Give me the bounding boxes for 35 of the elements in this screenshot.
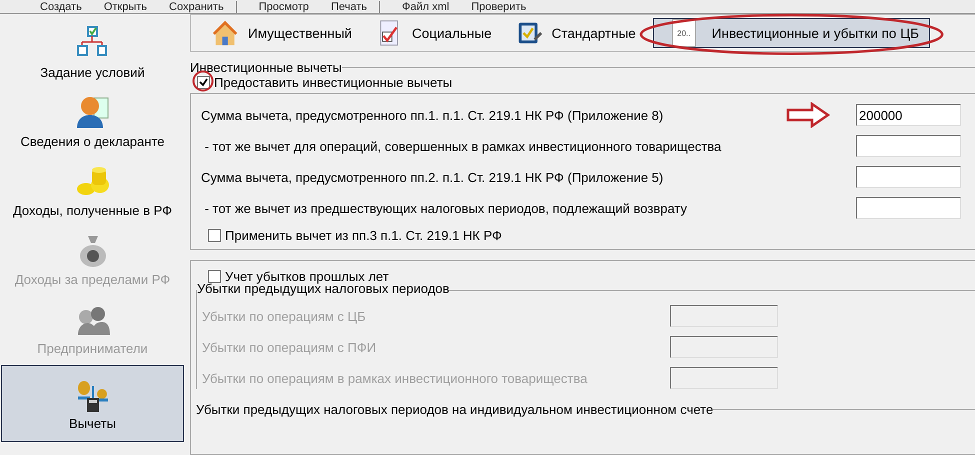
toolbar-button[interactable]: Файл xml: [402, 0, 450, 12]
field-label: Убытки по операциям с ЦБ: [202, 308, 366, 324]
tab[interactable]: Стандартные: [508, 18, 643, 48]
checkbox-label: Предоставить инвестиционные вычеты: [214, 75, 452, 90]
field-label: Сумма вычета, предусмотренного пп.1. п.1. Ст. 219.1 НК РФ (Приложение 8): [201, 108, 664, 122]
field-label: - тот же вычет для операций, совершенных в рамках инвестиционного товарищества: [204, 138, 722, 154]
checkbox[interactable]: [208, 270, 221, 283]
toolbar-button[interactable]: Сохранить: [169, 0, 237, 12]
field-label: Убытки по операциям с ПФИ: [202, 340, 376, 354]
input-field[interactable]: [856, 197, 961, 219]
tab[interactable]: 20.. Инвестиционные и убытки по ЦБ: [652, 18, 930, 48]
sidebar-item[interactable]: Доходы, полученные в РФ: [1, 158, 184, 225]
checkbox[interactable]: [208, 229, 221, 242]
sidebar-item[interactable]: Задание условий: [1, 20, 184, 87]
group-title: Убытки предыдущих налоговых периодов на индивидуальном инвестиционном счете: [196, 402, 714, 417]
field-label: Убытки по операциям в рамках инвестиционного товарищества: [202, 370, 588, 386]
checkbox-label: Применить вычет из пп.3 п.1. Ст. 219.1 НК РФ: [225, 228, 502, 243]
input-field[interactable]: [856, 135, 961, 157]
toolbar-button[interactable]: Просмотр: [258, 0, 309, 12]
house-icon: [212, 19, 240, 47]
toolbar-button[interactable]: Проверить: [471, 0, 526, 12]
toolbar-button[interactable]: Создать: [40, 0, 82, 12]
group-title: Инвестиционные вычеты: [190, 60, 342, 75]
input-field[interactable]: 200000: [856, 104, 961, 126]
field-label: - тот же вычет из предшествующих налоговых периодов, подлежащий возврату: [204, 200, 688, 216]
tab[interactable]: Социальные: [368, 18, 499, 48]
toolbar-button[interactable]: Печать: [330, 0, 380, 12]
tab[interactable]: Имущественный: [205, 18, 359, 48]
input-field[interactable]: [856, 166, 961, 188]
toolbar-button[interactable]: Открыть: [104, 0, 148, 12]
sidebar-item[interactable]: Вычеты: [1, 365, 184, 442]
checkbox[interactable]: [197, 76, 210, 89]
field-label: Сумма вычета, предусмотренного пп.2. п.1. Ст. 219.1 НК РФ (Приложение 5): [201, 170, 664, 184]
sidebar-item[interactable]: Сведения о декларанте: [1, 89, 184, 156]
checkbox-label: Учет убытков прошлых лет: [225, 269, 389, 284]
